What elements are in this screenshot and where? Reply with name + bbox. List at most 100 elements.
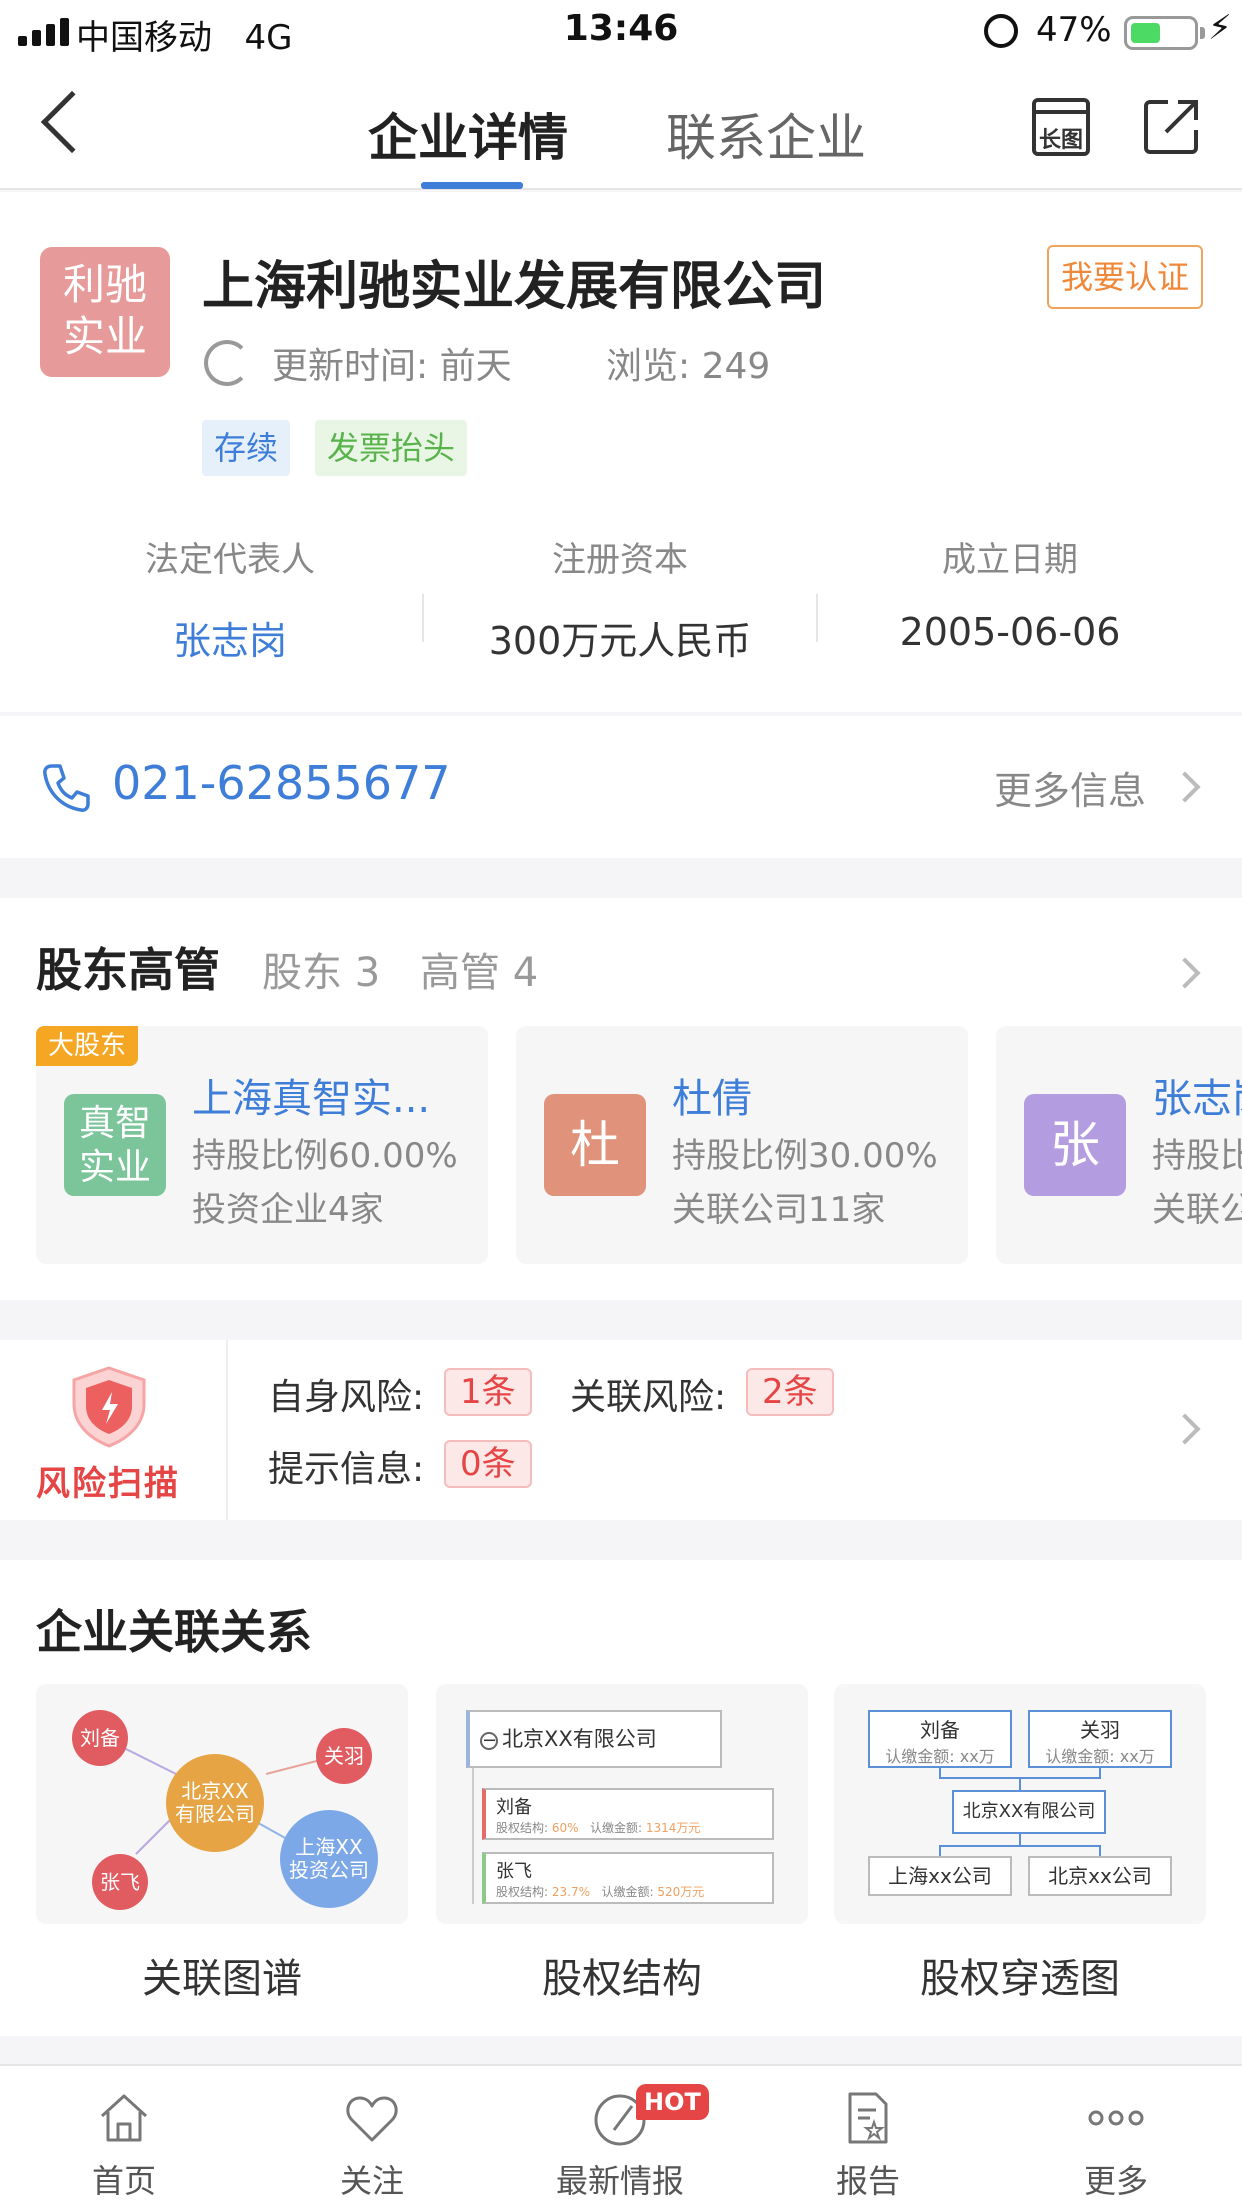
shareholder-name[interactable]: 上海真智实...	[192, 1066, 430, 1124]
penetration-center-box: 北京XX有限公司	[952, 1790, 1106, 1834]
more-info-link[interactable]: 更多信息	[994, 760, 1146, 815]
tab-follow[interactable]: 关注	[272, 2066, 472, 2208]
share-ratio: 持股比例30.00%	[672, 1136, 938, 1176]
refresh-icon	[204, 340, 250, 386]
avatar: 真智 实业	[64, 1094, 166, 1196]
rotation-lock-icon	[984, 14, 1018, 48]
related-risk-badge[interactable]: 2条	[746, 1368, 834, 1416]
view-count: 浏览: 249	[606, 346, 771, 387]
company-logo: 利驰 实业	[40, 247, 170, 377]
equity-row-name: 刘备	[496, 1797, 532, 1818]
risk-scan-row[interactable]: 风险扫描 自身风险: 1条 关联风险: 2条 提示信息: 0条	[0, 1340, 1242, 1520]
founded-value: 2005-06-06	[899, 610, 1121, 654]
self-risk-badge[interactable]: 1条	[444, 1368, 532, 1416]
shield-icon	[72, 1366, 146, 1448]
ratio-label: 股权结构:	[496, 1885, 549, 1899]
app-page: 中国移动 4G 13:46 47% ⚡ 企业详情 联系企业 长图 利驰 实业 上…	[0, 0, 1242, 2208]
related-risk-label: 关联风险:	[570, 1377, 727, 1418]
logo-line-1: 利驰	[62, 260, 147, 309]
share-ratio: 持股比例10.00%	[1152, 1136, 1242, 1176]
chevron-right-icon[interactable]	[1169, 957, 1201, 989]
major-shareholder-badge: 大股东	[36, 1026, 139, 1066]
company-card: 利驰 实业 上海利驰实业发展有限公司 我要认证 更新时间: 前天 浏览: 249…	[0, 192, 1242, 712]
amount-value: 1314万元	[645, 1821, 701, 1835]
shareholder-name[interactable]: 张志岗	[1152, 1066, 1242, 1124]
equity-penetration-label[interactable]: 股权穿透图	[834, 1946, 1206, 2004]
graph-invest-node: 上海XX 投资公司	[280, 1810, 378, 1908]
relation-graph-card[interactable]: 刘备 关羽 张飞 北京XX 有限公司 上海XX 投资公司	[36, 1684, 408, 1924]
founded-label: 成立日期	[942, 540, 1078, 580]
equity-row-name: 张飞	[496, 1861, 532, 1882]
self-risk-label: 自身风险:	[268, 1377, 425, 1418]
phone-row[interactable]: 021-62855677 更多信息	[0, 716, 1242, 858]
certify-button[interactable]: 我要认证	[1047, 245, 1203, 309]
relation-graph-label[interactable]: 关联图谱	[36, 1946, 408, 2004]
hot-badge: HOT	[636, 2084, 709, 2120]
avatar: 杜	[544, 1094, 646, 1196]
equity-row: 刘备 股权结构: 60% 认缴金额: 1314万元	[482, 1788, 774, 1840]
phone-number[interactable]: 021-62855677	[112, 756, 451, 810]
penetration-bottom-box: 上海xx公司	[868, 1856, 1012, 1896]
graph-node: 关羽	[316, 1728, 372, 1784]
equity-structure-card[interactable]: − 北京XX有限公司 刘备 股权结构: 60% 认缴金额: 1314万元 张飞 股…	[436, 1684, 808, 1924]
risk-scan-logo: 风险扫描	[0, 1340, 228, 1520]
tab-more[interactable]: 更多	[1016, 2066, 1216, 2208]
capital-value: 300万元人民币	[488, 619, 752, 663]
avatar-line-1: 杜	[570, 1116, 620, 1174]
logo-line-2: 实业	[62, 312, 147, 361]
ratio-value: 23.7%	[551, 1885, 590, 1899]
phone-icon	[43, 764, 90, 812]
tree-line	[472, 1768, 474, 1904]
node-line: 投资公司	[289, 1858, 369, 1882]
tips-badge[interactable]: 0条	[444, 1440, 532, 1488]
graph-center-node: 北京XX 有限公司	[166, 1754, 264, 1852]
node-line: 北京XX	[181, 1779, 249, 1803]
long-image-button[interactable]: 长图	[1032, 98, 1090, 156]
tab-report[interactable]: 报告	[768, 2066, 968, 2208]
shareholder-card[interactable]: 杜 杜倩 持股比例30.00% 关联公司11家	[516, 1026, 968, 1264]
section-title: 企业关联关系	[36, 1605, 312, 1659]
penetration-bottom-box: 北京xx公司	[1028, 1856, 1172, 1896]
shareholder-card[interactable]: 张 张志岗 持股比例10.00% 关联公司	[996, 1026, 1242, 1264]
equity-row: 张飞 股权结构: 23.7% 认缴金额: 520万元	[482, 1852, 774, 1904]
tab-home[interactable]: 首页	[24, 2066, 224, 2208]
heart-icon	[346, 2096, 398, 2142]
share-icon[interactable]	[1142, 96, 1202, 156]
report-icon	[848, 2092, 888, 2144]
shareholders-section: 股东高管 股东 3 高管 4 真智 实业 上海真智实... 持股比例60.00%…	[0, 898, 1242, 1300]
charging-icon: ⚡	[1208, 8, 1232, 48]
tab-contact-company[interactable]: 联系企业	[666, 98, 866, 170]
capital-label: 注册资本	[552, 540, 688, 580]
graph-node: 刘备	[72, 1710, 128, 1766]
status-bar: 中国移动 4G 13:46 47% ⚡	[0, 0, 1242, 64]
chevron-right-icon	[1169, 1413, 1201, 1445]
avatar: 张	[1024, 1094, 1126, 1196]
amount-value: 520万元	[657, 1885, 705, 1899]
battery-percent: 47%	[1036, 10, 1112, 50]
tab-indicator	[421, 182, 523, 189]
share-ratio: 持股比例60.00%	[192, 1136, 458, 1176]
shareholder-name[interactable]: 杜倩	[672, 1066, 752, 1124]
long-image-label: 长图	[1038, 128, 1083, 153]
chevron-right-icon	[1169, 771, 1201, 803]
tab-company-details[interactable]: 企业详情	[368, 98, 568, 170]
equity-penetration-card[interactable]: 刘备 认缴金额: xx万 关羽 认缴金额: xx万 北京XX有限公司 上海xx公…	[834, 1684, 1206, 1924]
tab-label: 首页	[91, 2162, 156, 2200]
tab-label: 最新情报	[555, 2162, 684, 2200]
tab-label: 更多	[1083, 2162, 1148, 2200]
amount-label: 认缴金额:	[590, 1821, 643, 1835]
divider	[422, 594, 424, 642]
avatar-line-1: 真智	[78, 1103, 151, 1144]
executive-count[interactable]: 高管 4	[420, 940, 538, 998]
back-icon[interactable]	[40, 90, 104, 154]
node-line: 有限公司	[175, 1802, 255, 1826]
risk-scan-text: 风险扫描	[36, 1464, 180, 1504]
more-dots-icon	[1088, 2110, 1144, 2126]
legal-rep-link[interactable]: 张志岗	[80, 610, 380, 665]
related-count: 关联公司11家	[672, 1190, 886, 1230]
tips-label: 提示信息:	[268, 1449, 425, 1490]
shareholder-count[interactable]: 股东 3	[262, 940, 380, 998]
equity-structure-label[interactable]: 股权结构	[436, 1946, 808, 2004]
nav-bar: 企业详情 联系企业 长图	[0, 64, 1242, 190]
invoice-title-tag[interactable]: 发票抬头	[315, 420, 468, 476]
